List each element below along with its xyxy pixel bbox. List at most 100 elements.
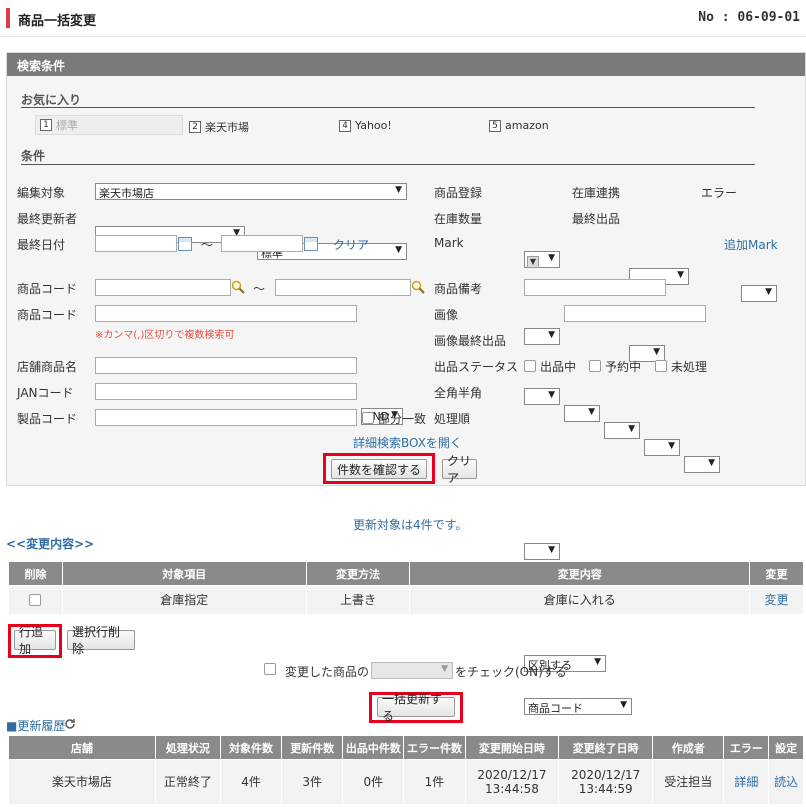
- product-code-to-input[interactable]: [275, 279, 411, 296]
- clear-date-link[interactable]: クリア: [333, 236, 369, 253]
- history-header-row: 店舗 処理状況 対象件数 更新件数 出品中件数 エラー件数 変更開始日時 変更終…: [8, 735, 804, 760]
- fav-label-2: 楽天市場: [205, 121, 249, 134]
- fav-num-1: 1: [40, 119, 52, 131]
- h-setting-load-link[interactable]: 読込: [768, 759, 804, 804]
- fav-num-5: 5: [489, 119, 501, 132]
- comma-note: ※カンマ(,)区切りで複数検索可: [95, 330, 235, 341]
- mark-select-3[interactable]: ▼: [604, 422, 640, 439]
- favorite-5[interactable]: 5 amazon: [489, 119, 549, 132]
- row-change-link[interactable]: 変更: [749, 585, 804, 614]
- detail-box-link[interactable]: 詳細検索BOXを開く: [353, 434, 462, 451]
- page-title: 商品一括変更: [18, 14, 97, 29]
- add-mark-link[interactable]: 追加Mark: [724, 236, 778, 253]
- refresh-icon[interactable]: [64, 718, 76, 730]
- error-select[interactable]: ▼: [741, 285, 777, 302]
- hcol-creator: 作成者: [652, 735, 725, 760]
- chevron-down-icon: ▼: [395, 245, 402, 255]
- calendar-icon[interactable]: [304, 237, 318, 251]
- stock-link-label: 在庫連携: [572, 186, 621, 200]
- chevron-down-icon: ▼: [395, 185, 402, 195]
- table-row: 楽天市場店 正常終了 4件 3件 0件 1件 2020/12/17 13:44:5…: [8, 759, 804, 804]
- fav-num-2: 2: [189, 121, 201, 133]
- image-select[interactable]: ▼: [524, 543, 560, 560]
- product-note-label: 商品備考: [434, 282, 483, 296]
- partial-match-label: 部分一致: [378, 412, 427, 426]
- last-updater-label: 最終更新者: [17, 212, 78, 226]
- partial-match-checkbox[interactable]: [362, 412, 374, 424]
- chevron-down-icon: ▼: [628, 424, 635, 434]
- chevron-down-icon: ▼: [548, 330, 555, 340]
- delete-selected-button[interactable]: 選択行削除: [67, 625, 135, 656]
- status-listing-checkbox[interactable]: [524, 360, 536, 372]
- hcol-updated: 更新件数: [281, 735, 344, 760]
- h-end: 2020/12/17 13:44:59: [558, 759, 654, 804]
- stock-qty-label: 在庫数量: [434, 212, 483, 226]
- status-unprocessed-checkbox[interactable]: [655, 360, 667, 372]
- last-date-to-input[interactable]: [221, 235, 303, 252]
- image-label: 画像: [434, 308, 459, 322]
- check-changed-checkbox[interactable]: [264, 663, 276, 675]
- order-select[interactable]: 商品コード ▼: [524, 698, 632, 715]
- favorite-1[interactable]: 1 標準: [35, 115, 183, 135]
- h-start-date: 2020/12/17: [477, 767, 547, 782]
- mark-select-5[interactable]: ▼: [684, 456, 720, 473]
- hcol-store: 店舗: [8, 735, 156, 760]
- chevron-down-icon: ▼: [548, 545, 555, 555]
- result-count-text: 更新対象は4件です。: [353, 518, 468, 532]
- maker-code-input[interactable]: [95, 409, 357, 426]
- status-reserved-checkbox[interactable]: [589, 360, 601, 372]
- date-range-tilde: ～: [201, 238, 214, 252]
- jan-input[interactable]: [95, 383, 357, 400]
- hcol-errors: エラー件数: [403, 735, 466, 760]
- h-start-time: 13:44:58: [484, 781, 539, 796]
- clear-button[interactable]: クリア: [442, 454, 477, 485]
- mark-select-4[interactable]: ▼: [644, 439, 680, 456]
- product-code-from-input[interactable]: [95, 279, 231, 296]
- row-method: 上書き: [305, 585, 411, 614]
- stock-qty-select[interactable]: ▼: [524, 328, 560, 345]
- search-icon[interactable]: [411, 280, 425, 294]
- edit-target-select[interactable]: 楽天市場店 ▼: [95, 183, 407, 200]
- favorite-2[interactable]: 2 楽天市場: [189, 119, 249, 135]
- store-product-name-input[interactable]: [95, 357, 357, 374]
- history-title: ■更新履歴: [6, 719, 66, 733]
- expand-down-icon[interactable]: ▼: [527, 256, 539, 268]
- chevron-down-icon: ▼: [708, 458, 715, 468]
- fav-label-5: amazon: [505, 119, 549, 132]
- image-last-listing-label: 画像最終出品: [434, 334, 507, 348]
- search-icon[interactable]: [231, 280, 245, 294]
- header-divider: [0, 36, 806, 37]
- order-label: 処理順: [434, 412, 471, 426]
- fav-label-1: 標準: [56, 119, 78, 132]
- h-listing: 0件: [342, 759, 405, 804]
- row-delete-checkbox[interactable]: [29, 594, 42, 607]
- conditions-divider: [21, 164, 755, 165]
- favorite-4[interactable]: 4 Yahoo!: [339, 119, 392, 132]
- mark-select-1[interactable]: ▼: [524, 388, 560, 405]
- add-row-button[interactable]: 行追加: [14, 625, 56, 656]
- h-error-detail-link[interactable]: 詳細: [723, 759, 770, 804]
- changes-title: <<変更内容>>: [6, 537, 95, 551]
- row-target-item: 倉庫指定: [61, 585, 307, 614]
- status-reserved-label: 予約中: [605, 360, 642, 374]
- jan-label: JANコード: [17, 386, 74, 400]
- product-code-multi-input[interactable]: [95, 305, 357, 322]
- product-note-input[interactable]: [524, 279, 666, 296]
- h-store: 楽天市場店: [8, 759, 156, 804]
- mark-select-2[interactable]: ▼: [564, 405, 600, 422]
- bulk-update-button[interactable]: 一括更新する: [377, 692, 455, 723]
- title-accent-bar: [6, 8, 10, 28]
- table-row: 倉庫指定 上書き 倉庫に入れる 変更: [8, 585, 804, 614]
- check-text-before: 変更した商品の: [285, 665, 370, 679]
- h-end-time: 13:44:59: [578, 781, 633, 796]
- changes-table: 削除 対象項目 変更方法 変更内容 変更 倉庫指定 上書き 倉庫に入れる 変更: [8, 561, 804, 614]
- check-target-select[interactable]: ▼: [371, 662, 453, 679]
- status-unprocessed-label: 未処理: [671, 360, 708, 374]
- image-input[interactable]: [564, 305, 706, 322]
- calendar-icon[interactable]: [178, 237, 192, 251]
- h-creator: 受注担当: [652, 759, 725, 804]
- h-updated: 3件: [281, 759, 344, 804]
- hcol-setting: 設定: [768, 735, 804, 760]
- confirm-count-button[interactable]: 件数を確認する: [331, 459, 427, 479]
- last-date-from-input[interactable]: [95, 235, 177, 252]
